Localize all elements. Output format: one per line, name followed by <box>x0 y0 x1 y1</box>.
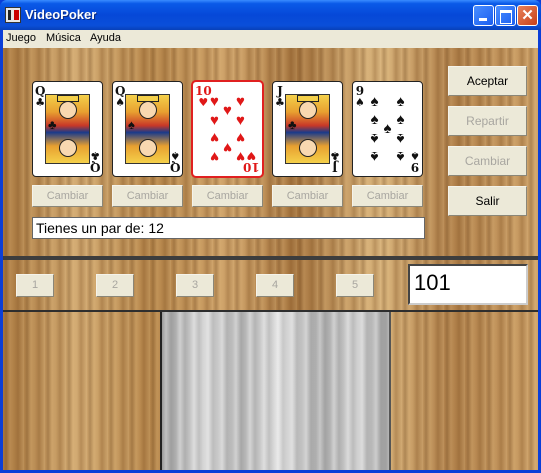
spade-icon: ♠ <box>396 148 405 165</box>
game-area: Q ♣ ♣ Q ♣ Q ♠ ♠ Q ♠ 10 ♥ ♥ ♥ ♥ ♥ ♥ ♥ ♥ ♥… <box>3 48 538 470</box>
spade-icon: ♠ <box>396 111 405 128</box>
number-2-button[interactable]: 2 <box>96 274 134 297</box>
minimize-button[interactable] <box>473 5 494 26</box>
heart-icon: ♥ <box>210 148 219 165</box>
card-suit: ♠ <box>355 96 365 109</box>
jack-face-art: ♣ <box>285 94 330 164</box>
playing-card[interactable]: J ♣ ♣ J ♣ <box>272 81 343 177</box>
card-suit: ♠ <box>115 96 126 109</box>
menu-bar: Juego Música Ayuda <box>3 30 538 48</box>
jack-head-art <box>299 101 317 119</box>
card-face: ♠ <box>125 94 170 164</box>
card-rank: 10 <box>243 160 260 174</box>
queen-head-art <box>139 139 157 157</box>
maximize-icon <box>496 6 515 25</box>
app-window: VideoPoker ✕ Juego Música Ayuda Q ♣ ♣ Q ♣ … <box>0 0 541 473</box>
title-bar[interactable]: VideoPoker ✕ <box>0 0 541 30</box>
spade-icon: ♠ <box>370 148 379 165</box>
change-card-1-button[interactable]: Cambiar <box>32 185 103 207</box>
number-5-button[interactable]: 5 <box>336 274 374 297</box>
card-corner: Q ♠ <box>169 149 180 174</box>
card-rank: J <box>332 160 338 174</box>
number-4-button[interactable]: 4 <box>256 274 294 297</box>
card-suit: ♠ <box>169 149 180 162</box>
minimize-icon <box>474 6 493 25</box>
close-button[interactable]: ✕ <box>517 5 538 26</box>
playing-card[interactable]: 10 ♥ ♥ ♥ ♥ ♥ ♥ ♥ ♥ ♥ ♥ ♥ 10 ♥ <box>192 81 263 177</box>
exit-button[interactable]: Salir <box>448 186 527 216</box>
change-card-5-button[interactable]: Cambiar <box>352 185 423 207</box>
maximize-button[interactable] <box>495 5 516 26</box>
card-corner: Q ♣ <box>35 85 45 109</box>
queen-face-art: ♠ <box>125 94 170 164</box>
silver-panel <box>160 312 391 470</box>
queen-face-art: ♣ <box>45 94 90 164</box>
heart-icon: ♥ <box>210 112 219 129</box>
queen-head-art <box>59 101 77 119</box>
card-rank: Q <box>89 160 100 174</box>
card-face: ♣ <box>45 94 90 164</box>
change-card-3-button[interactable]: Cambiar <box>192 185 263 207</box>
card-corner: 9 ♠ <box>410 149 420 174</box>
credits-display: 101 <box>408 264 528 305</box>
card-pips: ♠ ♠ ♠ ♠ ♠ ♠ ♠ ♠ ♠ <box>365 93 410 165</box>
close-icon: ✕ <box>521 7 534 24</box>
menu-ayuda[interactable]: Ayuda <box>90 32 121 44</box>
deal-button[interactable]: Repartir <box>448 106 527 136</box>
number-1-button[interactable]: 1 <box>16 274 54 297</box>
card-rank: 9 <box>410 160 420 174</box>
face-suit-mark: ♣ <box>48 117 57 132</box>
change-card-2-button[interactable]: Cambiar <box>112 185 183 207</box>
card-corner: J ♣ <box>275 85 285 109</box>
card-suit: ♣ <box>330 149 340 162</box>
card-suit: ♣ <box>35 96 46 109</box>
number-3-button[interactable]: 3 <box>176 274 214 297</box>
face-suit-mark: ♣ <box>288 117 297 132</box>
card-corner: 10 ♥ <box>243 149 260 174</box>
playing-card[interactable]: 9 ♠ ♠ ♠ ♠ ♠ ♠ ♠ ♠ ♠ ♠ 9 ♠ <box>352 81 423 177</box>
menu-juego[interactable]: Juego <box>6 32 36 44</box>
card-corner: Q ♣ <box>89 149 100 174</box>
card-corner: 9 ♠ <box>355 85 365 109</box>
app-icon <box>5 7 21 23</box>
card-suit: ♣ <box>89 149 100 162</box>
jack-head-art <box>299 139 317 157</box>
change-card-4-button[interactable]: Cambiar <box>272 185 343 207</box>
card-face: ♣ <box>285 94 330 164</box>
card-suit: ♣ <box>275 96 285 109</box>
playing-card[interactable]: Q ♣ ♣ Q ♣ <box>32 81 103 177</box>
spade-icon: ♠ <box>370 130 379 147</box>
spade-icon: ♠ <box>370 93 379 110</box>
heart-icon: ♥ <box>236 93 245 110</box>
accept-button[interactable]: Aceptar <box>448 66 527 96</box>
face-suit-mark: ♠ <box>128 117 135 132</box>
card-face: ♠ ♠ ♠ ♠ ♠ ♠ ♠ ♠ ♠ <box>365 93 410 165</box>
playing-card[interactable]: Q ♠ ♠ Q ♠ <box>112 81 183 177</box>
change-button[interactable]: Cambiar <box>448 146 527 176</box>
window-title: VideoPoker <box>25 7 97 22</box>
spade-icon: ♠ <box>396 130 405 147</box>
heart-icon: ♥ <box>236 112 245 129</box>
card-suit: ♠ <box>410 149 420 162</box>
menu-musica[interactable]: Música <box>46 32 81 44</box>
spade-icon: ♠ <box>396 93 405 110</box>
heart-icon: ♥ <box>236 129 245 146</box>
card-rank: Q <box>169 160 180 174</box>
hand-result-message: Tienes un par de: 12 <box>32 217 425 239</box>
card-corner: J ♣ <box>330 149 340 174</box>
queen-head-art <box>139 101 157 119</box>
queen-head-art <box>59 139 77 157</box>
card-corner: Q ♠ <box>115 85 125 109</box>
